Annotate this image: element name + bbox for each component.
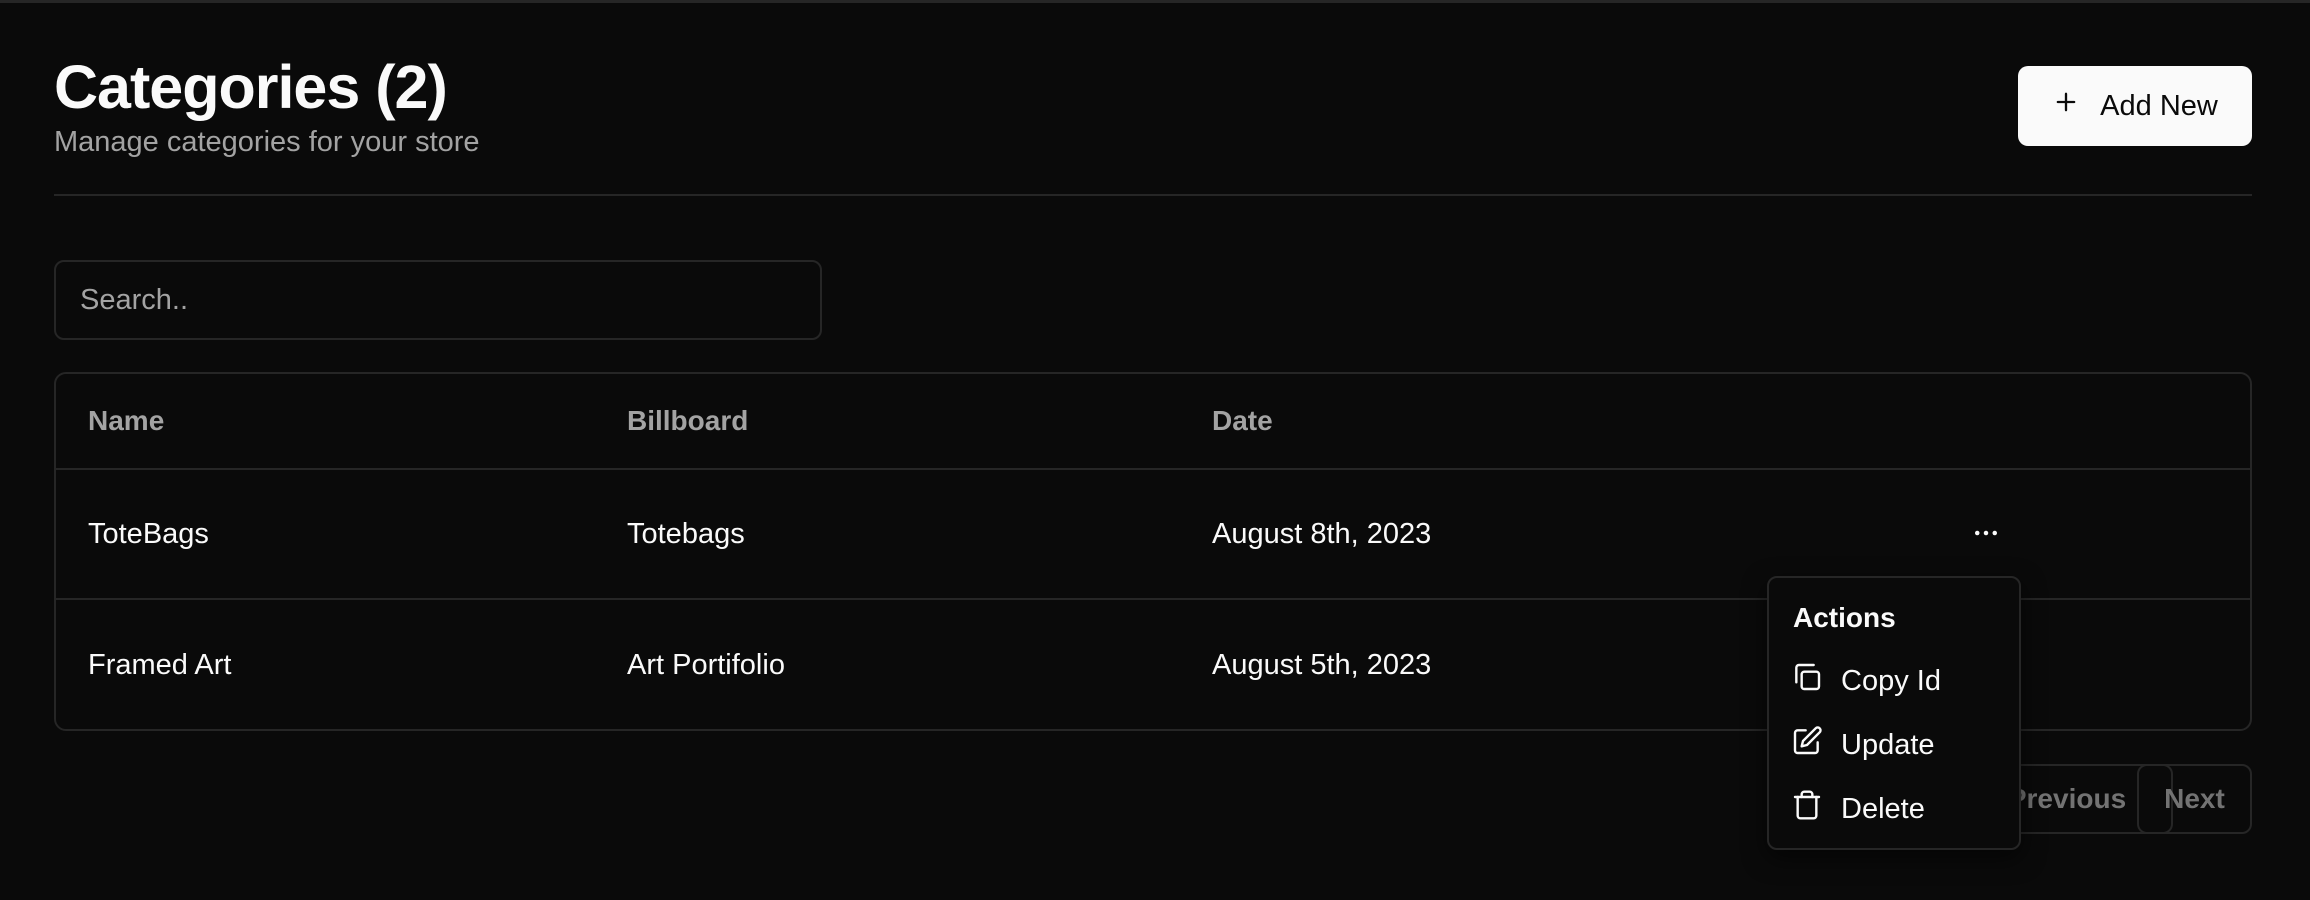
- menu-item-label: Delete: [1841, 792, 1925, 825]
- categories-page: Categories (2) Manage categories for you…: [54, 0, 2252, 900]
- cell-date: August 5th, 2023: [1212, 648, 1432, 681]
- copy-icon: [1791, 661, 1823, 701]
- row-actions-button[interactable]: [1966, 515, 2006, 555]
- search-input[interactable]: [54, 260, 822, 340]
- cell-billboard: Art Portifolio: [627, 648, 785, 681]
- add-new-button[interactable]: Add New: [2018, 66, 2252, 146]
- menu-item-delete[interactable]: Delete: [1791, 784, 2001, 834]
- edit-icon: [1791, 725, 1823, 765]
- menu-label: Actions: [1793, 602, 1896, 633]
- add-new-label: Add New: [2100, 89, 2218, 122]
- table-header-row: Name Billboard Date: [56, 374, 2250, 470]
- separator: [54, 194, 2252, 196]
- cell-date: August 8th, 2023: [1212, 517, 1432, 550]
- column-header-name: Name: [88, 405, 165, 436]
- page-heading: Categories (2) Manage categories for you…: [54, 52, 2252, 162]
- trash-icon: [1791, 789, 1823, 829]
- cell-name: ToteBags: [88, 517, 209, 550]
- next-button[interactable]: Next: [2137, 764, 2252, 834]
- menu-item-label: Update: [1841, 728, 1935, 761]
- menu-item-label: Copy Id: [1841, 664, 1941, 697]
- column-header-billboard: Billboard: [627, 405, 749, 436]
- page-title: Categories (2): [54, 53, 448, 121]
- page-subtitle: Manage categories for your store: [54, 126, 480, 158]
- menu-item-update[interactable]: Update: [1791, 720, 2001, 770]
- more-horizontal-icon: [1971, 518, 2001, 553]
- cell-name: Framed Art: [88, 648, 232, 681]
- plus-icon: [2052, 88, 2080, 124]
- cell-billboard: Totebags: [627, 517, 745, 550]
- menu-item-copy-id[interactable]: Copy Id: [1791, 656, 2001, 706]
- column-header-date: Date: [1212, 405, 1273, 436]
